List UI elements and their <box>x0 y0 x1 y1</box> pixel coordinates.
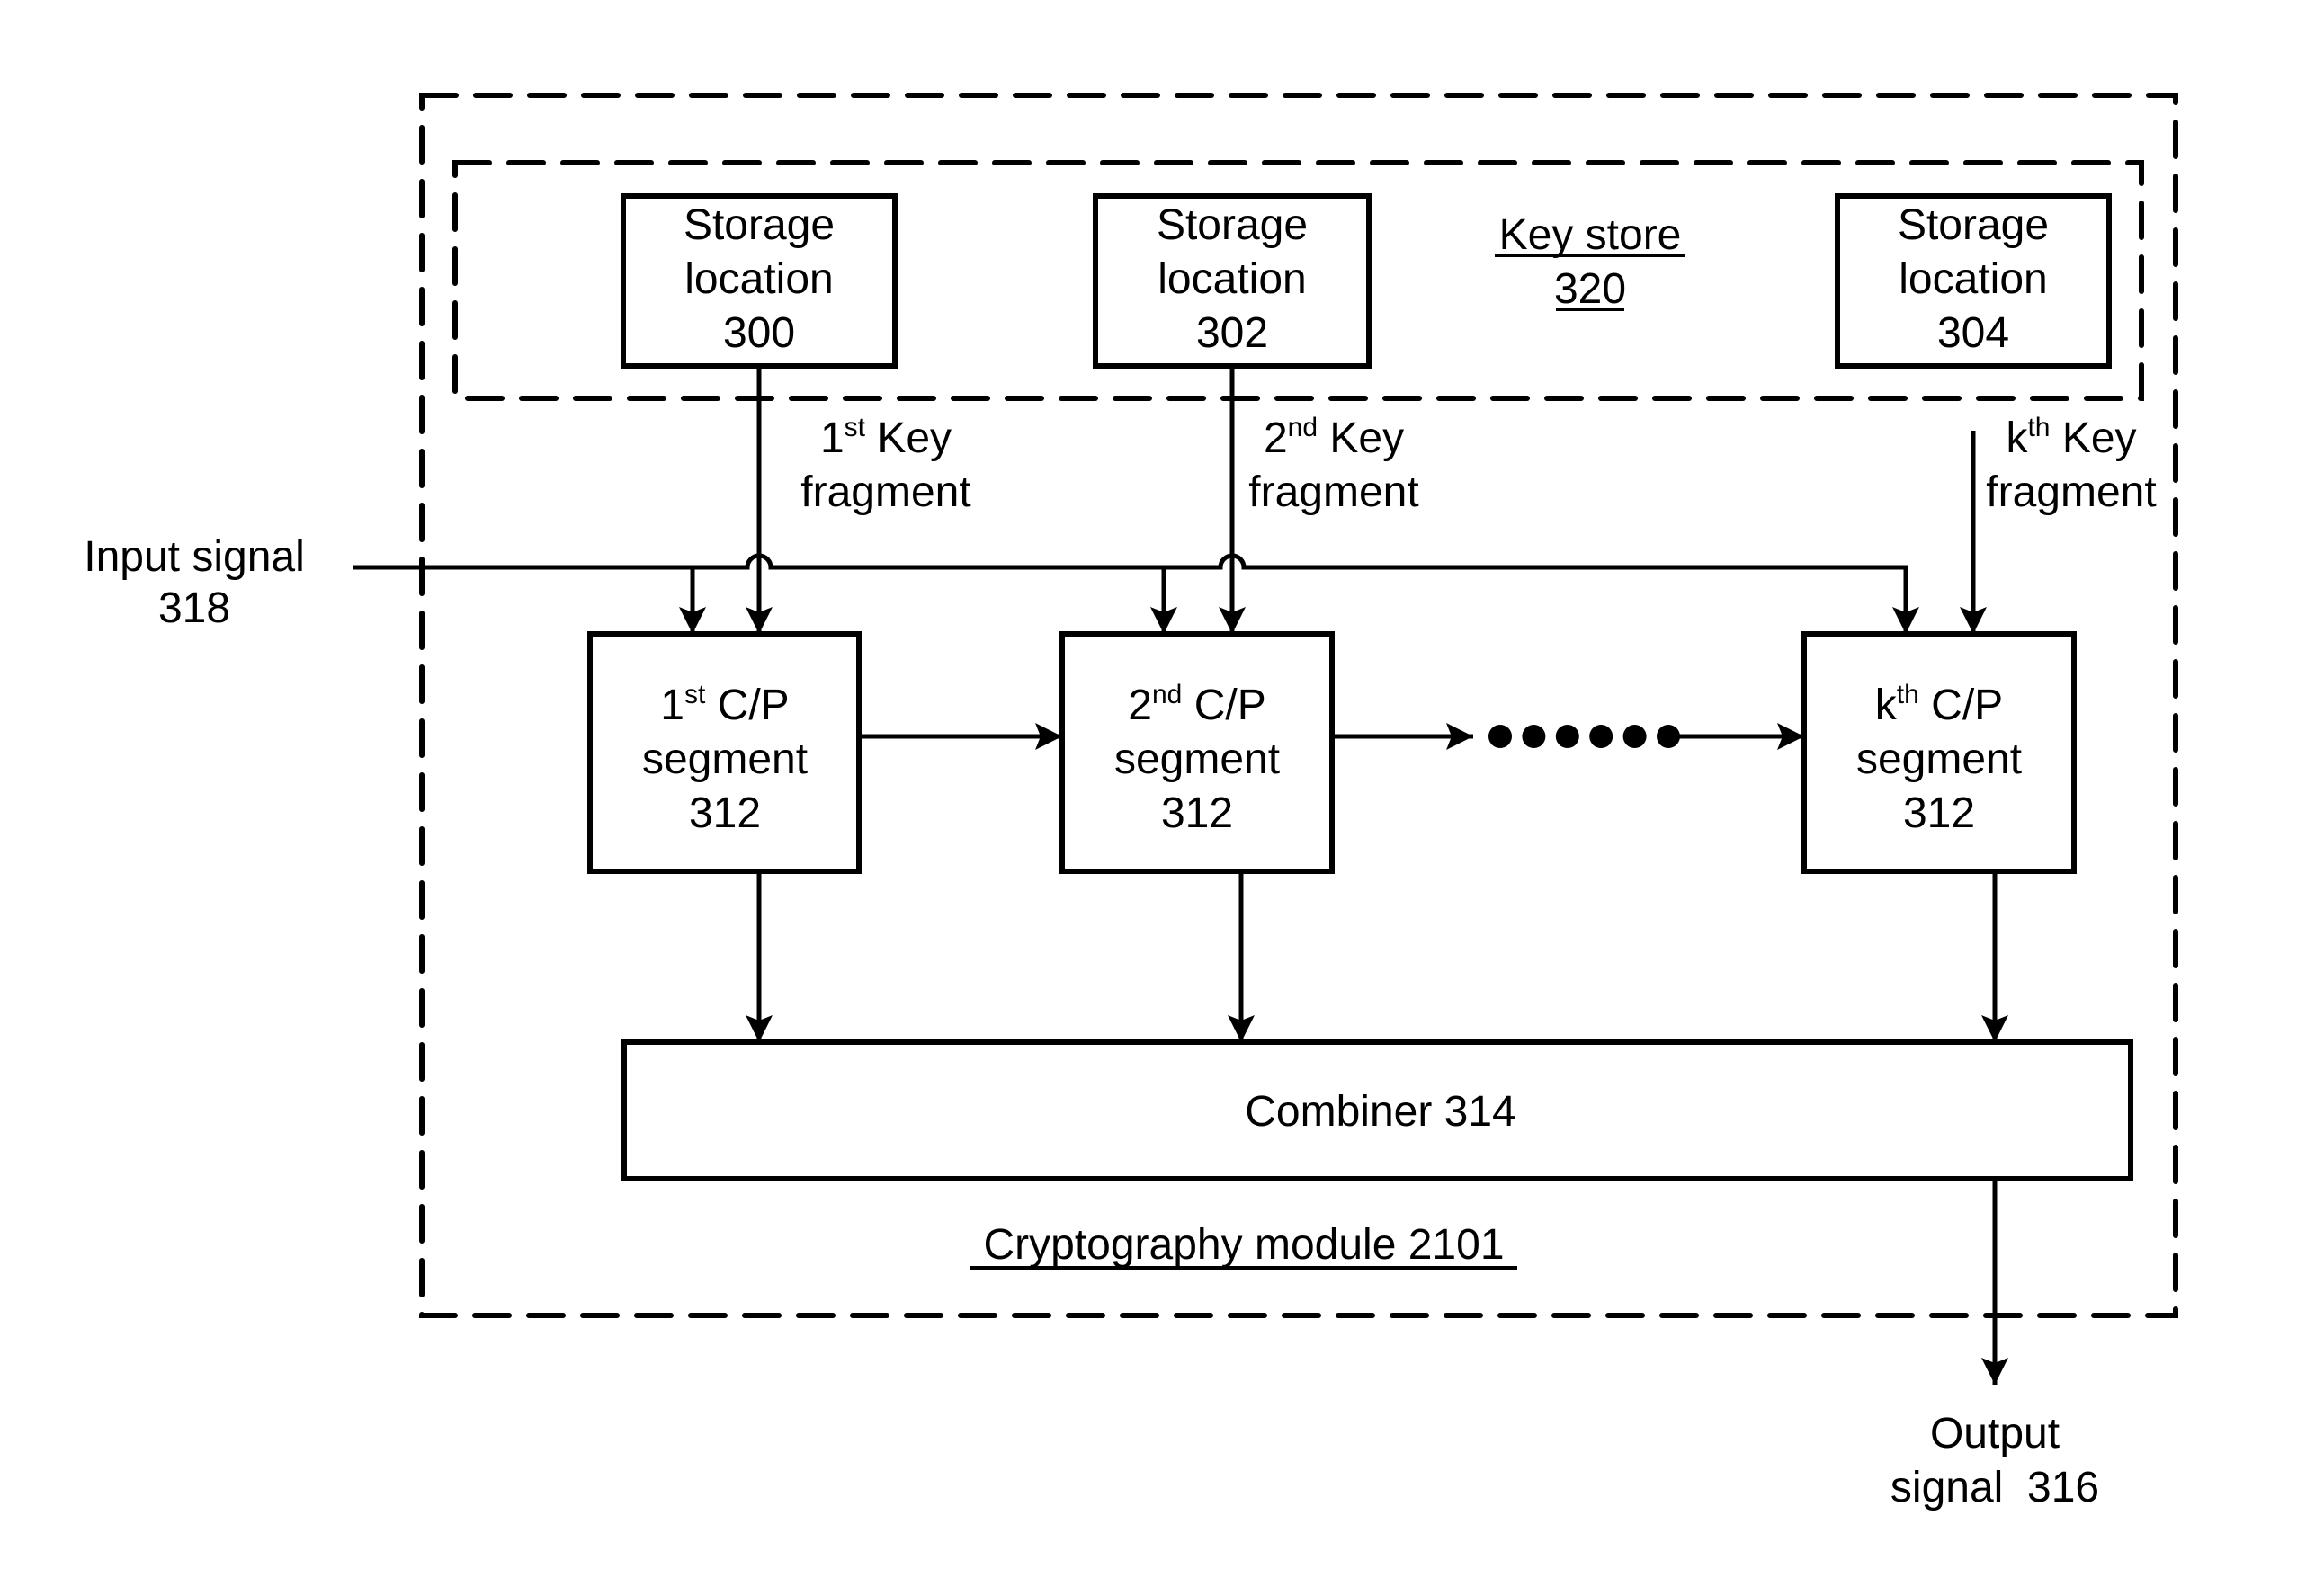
module-label-text: Cryptography module 2101 <box>983 1221 1504 1269</box>
storage-location-304: Storage location 304 <box>1835 193 2112 369</box>
key-text: Key <box>865 415 952 462</box>
input-signal-text: Input signal <box>84 533 305 581</box>
key-text: Key <box>2050 415 2136 462</box>
ordinal: 2 <box>1128 682 1152 729</box>
ordinal: 2 <box>1264 415 1288 462</box>
svg-text:2nd Key: 2nd Key <box>1264 413 1404 462</box>
svg-text:2nd C/P: 2nd C/P <box>1128 680 1265 729</box>
ellipsis-dot <box>1589 725 1613 748</box>
input-signal-number: 318 <box>158 584 230 632</box>
output-signal-label: Output signal 316 <box>1890 1410 2099 1511</box>
segment-number: 312 <box>1903 789 1975 837</box>
segment-text: segment <box>1114 735 1280 783</box>
ordinal-suffix: st <box>845 413 866 442</box>
key-store-label: Key store 320 <box>1495 211 1685 313</box>
segment-text: segment <box>1856 735 2022 783</box>
ellipsis-dot <box>1522 725 1546 748</box>
cryptography-module-diagram: Storage location 300 Storage location 30… <box>0 0 2324 1569</box>
svg-text:1st Key: 1st Key <box>820 413 952 462</box>
fragment-text: fragment <box>1248 468 1418 516</box>
combiner-label: Combiner 314 <box>1245 1088 1516 1136</box>
cp-segment-1: 1st C/P segment 312 <box>587 631 862 874</box>
segment-number: 312 <box>689 789 761 837</box>
key-fragment-k-label: kth Key fragment <box>1986 413 2156 516</box>
key-fragment-1-label: 1st Key fragment <box>800 413 970 516</box>
fragment-text: fragment <box>800 468 970 516</box>
svg-text:kth C/P: kth C/P <box>1875 680 2003 729</box>
ellipsis-dot <box>1555 725 1579 748</box>
ordinal-suffix: st <box>684 680 706 709</box>
svg-text:kth Key: kth Key <box>2006 413 2136 462</box>
storage-label-line2: location <box>684 255 833 303</box>
key-store-number: 320 <box>1554 265 1626 313</box>
key-fragment-2-label: 2nd Key fragment <box>1248 413 1418 516</box>
ordinal: 1 <box>660 682 684 729</box>
storage-label-line1: Storage <box>684 201 835 249</box>
storage-label-number: 302 <box>1196 309 1268 357</box>
storage-label-line2: location <box>1899 255 2047 303</box>
ordinal: 1 <box>820 415 845 462</box>
storage-label-line1: Storage <box>1898 201 2049 249</box>
ordinal-suffix: nd <box>1152 680 1182 709</box>
ordinal-suffix: nd <box>1288 413 1318 442</box>
input-signal-label: Input signal 318 <box>84 533 305 632</box>
ordinal: k <box>1875 682 1898 729</box>
ordinal-suffix: th <box>1897 680 1919 709</box>
output-signal-text: Output <box>1930 1410 2060 1458</box>
storage-location-302: Storage location 302 <box>1093 193 1372 369</box>
cp-segment-2: 2nd C/P segment 312 <box>1059 631 1335 874</box>
cp-text: C/P <box>1182 682 1265 729</box>
cryptography-module-label: Cryptography module 2101 <box>970 1221 1517 1270</box>
segment-text: segment <box>642 735 808 783</box>
storage-label-line2: location <box>1158 255 1306 303</box>
key-text: Key <box>1318 415 1404 462</box>
svg-text:1st C/P: 1st C/P <box>660 680 789 729</box>
key-store-title: Key store <box>1499 211 1682 259</box>
segment-number: 312 <box>1161 789 1233 837</box>
storage-label-number: 300 <box>723 309 795 357</box>
ellipsis-dot <box>1622 725 1647 748</box>
output-signal-number: signal 316 <box>1890 1464 2099 1511</box>
fragment-text: fragment <box>1986 468 2156 516</box>
storage-label-line1: Storage <box>1157 201 1308 249</box>
input-signal-line <box>353 553 1919 634</box>
combiner-314: Combiner 314 <box>621 1039 2133 1181</box>
storage-label-number: 304 <box>1937 309 2009 357</box>
ordinal: k <box>2006 415 2028 462</box>
cp-segment-k: kth C/P segment 312 <box>1801 631 2077 874</box>
ordinal-suffix: th <box>2027 413 2050 442</box>
cp-text: C/P <box>1919 682 2003 729</box>
cp-text: C/P <box>705 682 789 729</box>
storage-location-300: Storage location 300 <box>621 193 898 369</box>
ellipsis-dot <box>1488 725 1512 748</box>
ellipsis-dots <box>1488 725 1680 748</box>
